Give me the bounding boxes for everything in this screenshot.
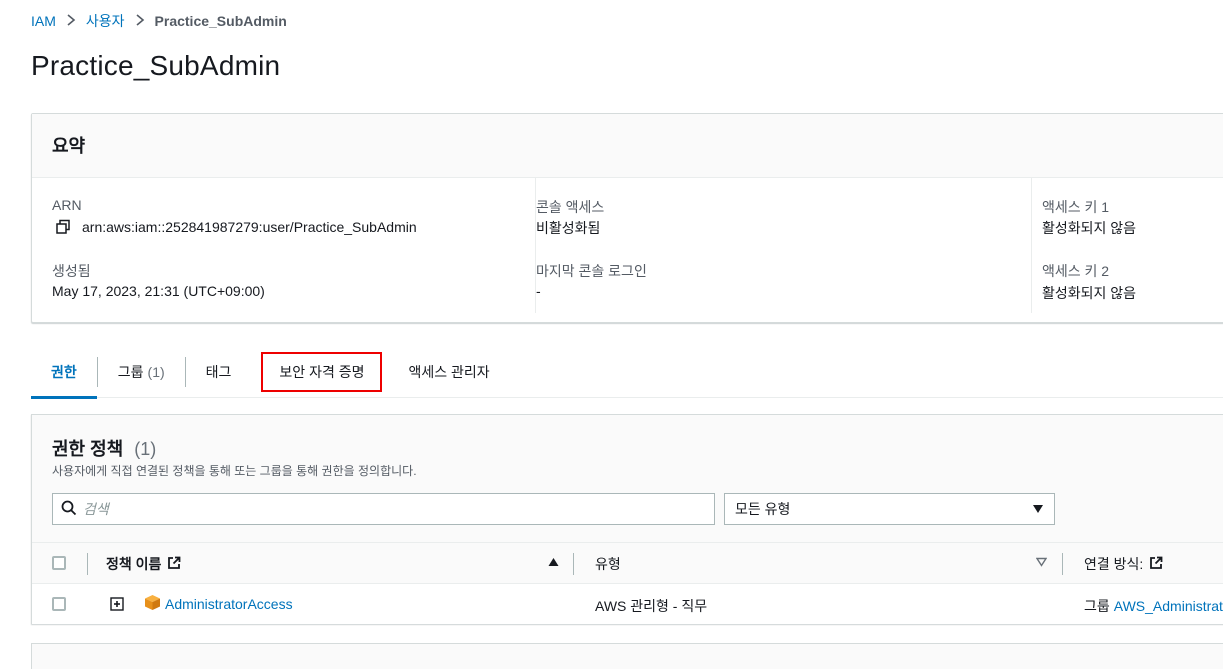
- console-access-value: 비활성화됨: [536, 220, 601, 236]
- attached-via: 그룹 AWS_Administrat: [1084, 596, 1223, 616]
- arn-label: ARN: [52, 197, 82, 213]
- tab-access-advisor[interactable]: 액세스 관리자: [388, 346, 509, 398]
- permissions-count: (1): [134, 439, 157, 459]
- column-policy-name-label: 정책 이름: [106, 556, 162, 572]
- column-divider: [87, 553, 88, 575]
- created-value: May 17, 2023, 21:31 (UTC+09:00): [52, 283, 265, 299]
- chevron-right-icon: [135, 13, 145, 29]
- last-console-login-value: -: [536, 283, 541, 299]
- breadcrumb-iam-link[interactable]: IAM: [31, 13, 56, 29]
- summary-column-console: 콘솔 액세스 비활성화됨 마지막 콘솔 로그인 -: [535, 178, 1031, 313]
- permissions-policies-panel: 권한 정책 (1) 사용자에게 직접 연결된 정책을 통해 또는 그룹을 통해 …: [31, 414, 1223, 624]
- arn-text: arn:aws:iam::252841987279:user/Practice_…: [82, 219, 417, 235]
- console-access-label: 콘솔 액세스: [536, 199, 605, 215]
- caret-down-icon: [1032, 501, 1044, 517]
- page-title: Practice_SubAdmin: [31, 50, 281, 81]
- column-attached-via[interactable]: 연결 방식:: [1084, 554, 1163, 574]
- summary-column-access-keys: 액세스 키 1 활성화되지 않음 액세스 키 2 활성화되지 않음: [1031, 178, 1223, 313]
- select-all-checkbox[interactable]: [52, 556, 66, 570]
- permissions-boundary-panel: [31, 643, 1223, 669]
- permissions-title-text: 권한 정책: [52, 439, 124, 459]
- external-link-icon[interactable]: [167, 556, 181, 573]
- row-checkbox[interactable]: [52, 597, 66, 611]
- last-console-login-label: 마지막 콘솔 로그인: [536, 263, 647, 279]
- tab-security-credentials[interactable]: 보안 자격 증명: [255, 346, 388, 398]
- tab-label: 액세스 관리자: [408, 363, 490, 380]
- permissions-title: 권한 정책 (1): [52, 435, 156, 461]
- access-key-1-label: 액세스 키 1: [1042, 199, 1110, 215]
- type-filter-select[interactable]: 모든 유형: [724, 493, 1055, 525]
- column-policy-name[interactable]: 정책 이름: [106, 554, 181, 574]
- type-filter-value: 모든 유형: [735, 501, 791, 517]
- access-key-2-label: 액세스 키 2: [1042, 263, 1110, 279]
- breadcrumb-current: Practice_SubAdmin: [154, 13, 287, 29]
- column-divider: [573, 553, 574, 575]
- attached-via-prefix: 그룹: [1084, 598, 1110, 614]
- access-key-1-value: 활성화되지 않음: [1042, 220, 1137, 236]
- column-divider: [1062, 553, 1063, 575]
- summary-column-arn: ARN arn:aws:iam::252841987279:user/Pract…: [32, 178, 535, 313]
- attached-via-group-link[interactable]: AWS_Administrat: [1114, 598, 1223, 614]
- table-row: AdministratorAccess AWS 관리형 - 직무 그룹 AWS_…: [32, 584, 1223, 624]
- policy-type: AWS 관리형 - 직무: [595, 598, 708, 614]
- sort-ascending-icon[interactable]: [548, 557, 559, 567]
- breadcrumb-users-link[interactable]: 사용자: [86, 11, 125, 31]
- policies-table-header: 정책 이름 유형 연결 방식:: [32, 542, 1223, 584]
- policy-name-link[interactable]: AdministratorAccess: [165, 596, 293, 612]
- search-field[interactable]: [52, 493, 715, 525]
- column-type-label: 유형: [595, 556, 621, 572]
- summary-panel: 요약 ARN arn:aws:iam::252841987279:user/Pr…: [31, 113, 1223, 323]
- tab-label: 태그: [205, 363, 232, 380]
- tab-label: 그룹: [117, 363, 144, 380]
- access-key-2-value: 활성화되지 않음: [1042, 285, 1137, 301]
- column-type[interactable]: 유형: [595, 554, 621, 574]
- aws-managed-policy-icon: [144, 594, 161, 611]
- summary-title: 요약: [32, 114, 1223, 178]
- chevron-right-icon: [66, 13, 76, 29]
- tab-groups[interactable]: 그룹 (1): [98, 346, 185, 398]
- arn-value: arn:aws:iam::252841987279:user/Practice_…: [54, 218, 417, 236]
- sort-descending-icon[interactable]: [1036, 557, 1047, 567]
- permissions-description: 사용자에게 직접 연결된 정책을 통해 또는 그룹을 통해 권한을 정의합니다.: [52, 464, 417, 478]
- column-attached-via-label: 연결 방식:: [1084, 556, 1144, 572]
- tab-bar: 권한 그룹 (1) 태그 보안 자격 증명 액세스 관리자: [31, 346, 1223, 399]
- tab-permissions[interactable]: 권한: [31, 346, 97, 399]
- created-label: 생성됨: [52, 263, 91, 279]
- breadcrumb: IAM 사용자 Practice_SubAdmin: [31, 11, 287, 31]
- tab-count: (1): [147, 363, 165, 380]
- search-input[interactable]: [83, 501, 683, 517]
- tab-label: 권한: [51, 363, 77, 380]
- expand-icon[interactable]: [110, 597, 124, 611]
- search-icon: [61, 500, 77, 519]
- copy-icon[interactable]: [54, 218, 72, 236]
- external-link-icon[interactable]: [1149, 556, 1163, 573]
- tab-tags[interactable]: 태그: [186, 346, 252, 398]
- tab-label: 보안 자격 증명: [279, 363, 365, 380]
